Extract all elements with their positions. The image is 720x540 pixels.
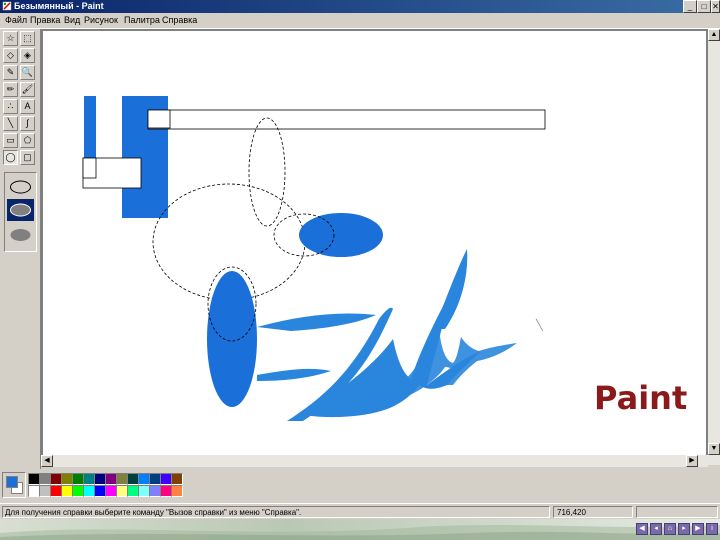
- polygon-tool[interactable]: ⬠: [20, 133, 35, 148]
- free-select-icon: ☆: [6, 33, 15, 43]
- slide-footer: ◀ ◂ ⌂ ▸ ▶ i: [0, 519, 720, 540]
- free-select-tool[interactable]: ☆: [3, 31, 18, 46]
- menu-colors[interactable]: Палитра: [124, 14, 160, 26]
- scroll-up-icon[interactable]: ▲: [708, 29, 720, 41]
- line-icon: ╲: [7, 118, 14, 128]
- menu-help[interactable]: Справка: [162, 14, 197, 26]
- scroll-right-icon[interactable]: ▶: [686, 455, 698, 467]
- airbrush-icon: ∴: [7, 101, 14, 111]
- foreground-color[interactable]: [6, 476, 18, 488]
- magnifier-icon: 🔍: [21, 67, 34, 77]
- text-tool[interactable]: A: [20, 99, 35, 114]
- rounded-rect-icon: ▢: [23, 152, 32, 162]
- maximize-button[interactable]: □: [697, 0, 711, 13]
- brush-icon: 🖌: [21, 84, 34, 94]
- tool-options-panel[interactable]: [4, 172, 37, 252]
- ellipse-tool[interactable]: ◯: [3, 150, 18, 165]
- fill-tool[interactable]: ◈: [20, 48, 35, 63]
- line-tool[interactable]: ╲: [3, 116, 18, 131]
- window-title: Безымянный - Paint: [14, 1, 104, 11]
- home-icon[interactable]: ⌂: [664, 523, 676, 535]
- status-bar: Для получения справки выберите команду "…: [0, 503, 720, 520]
- slide-nav-buttons: ◀ ◂ ⌂ ▸ ▶ i: [636, 523, 720, 535]
- color-palette: [0, 469, 720, 501]
- menu-file[interactable]: Файл: [5, 14, 27, 26]
- ellipse-icon: ◯: [5, 152, 16, 162]
- ellipse-fill-options: [7, 180, 34, 241]
- menu-bar: Файл Правка Вид Рисунок Палитра Справка: [0, 13, 720, 29]
- toolbox: ☆ ⬚ ◇ ◈ ✎ 🔍 ✏ 🖌 ∴ A ╲ ∫ ▭ ⬠ ◯ ▢: [0, 29, 41, 469]
- close-button[interactable]: ✕: [711, 0, 720, 13]
- curve-icon: ∫: [26, 118, 29, 128]
- current-colors[interactable]: [2, 472, 26, 498]
- menu-edit[interactable]: Правка: [30, 14, 60, 26]
- curve-tool[interactable]: ∫: [20, 116, 35, 131]
- rect-select-tool[interactable]: ⬚: [20, 31, 35, 46]
- scroll-left-icon[interactable]: ◀: [41, 455, 53, 467]
- fill-icon: ◈: [24, 50, 31, 60]
- paint-app-icon: [2, 1, 12, 11]
- prev-icon[interactable]: ◂: [650, 523, 662, 535]
- palette-swatch[interactable]: [171, 485, 183, 497]
- color-picker-icon: ✎: [6, 67, 15, 77]
- blue-ellipse-vertical: [207, 271, 257, 407]
- polygon-icon: ⬠: [23, 135, 32, 145]
- vertical-scrollbar[interactable]: ▲ ▼: [708, 29, 720, 465]
- horizontal-scrollbar[interactable]: ◀ ▶: [41, 455, 708, 467]
- status-help-text: Для получения справки выберите команду "…: [2, 506, 550, 518]
- blue-ellipse-horizontal: [299, 213, 383, 257]
- menu-image[interactable]: Рисунок: [84, 14, 118, 26]
- rectangle-tool[interactable]: ▭: [3, 133, 18, 148]
- info-icon[interactable]: i: [706, 523, 718, 535]
- text-icon: A: [24, 101, 31, 111]
- slide-caption: Paint: [594, 379, 688, 417]
- title-bar[interactable]: Безымянный - Paint _ □ ✕: [0, 0, 720, 13]
- minimize-button[interactable]: _: [683, 0, 697, 13]
- status-panel: [636, 506, 718, 518]
- footer-decoration: [0, 525, 720, 540]
- rect-select-icon: ⬚: [23, 33, 32, 43]
- rectangle-icon: ▭: [6, 135, 15, 145]
- back-icon[interactable]: ◀: [636, 523, 648, 535]
- forward-icon[interactable]: ▶: [692, 523, 704, 535]
- brush-tool[interactable]: 🖌: [20, 82, 35, 97]
- status-coordinates: 716,420: [553, 506, 633, 518]
- eraser-tool[interactable]: ◇: [3, 48, 18, 63]
- white-rect-outline-2: [82, 157, 97, 179]
- palette-swatch[interactable]: [171, 473, 183, 485]
- menu-view[interactable]: Вид: [64, 14, 80, 26]
- long-rect-outline: [147, 109, 546, 130]
- scroll-down-icon[interactable]: ▼: [708, 443, 720, 455]
- rounded-rect-tool[interactable]: ▢: [20, 150, 35, 165]
- airbrush-tool[interactable]: ∴: [3, 99, 18, 114]
- magnifier-tool[interactable]: 🔍: [20, 65, 35, 80]
- pencil-tool[interactable]: ✏: [3, 82, 18, 97]
- eraser-icon: ◇: [7, 50, 14, 60]
- small-rect-outline: [147, 109, 171, 129]
- color-picker-tool[interactable]: ✎: [3, 65, 18, 80]
- pencil-icon: ✏: [6, 84, 15, 94]
- next-icon[interactable]: ▸: [678, 523, 690, 535]
